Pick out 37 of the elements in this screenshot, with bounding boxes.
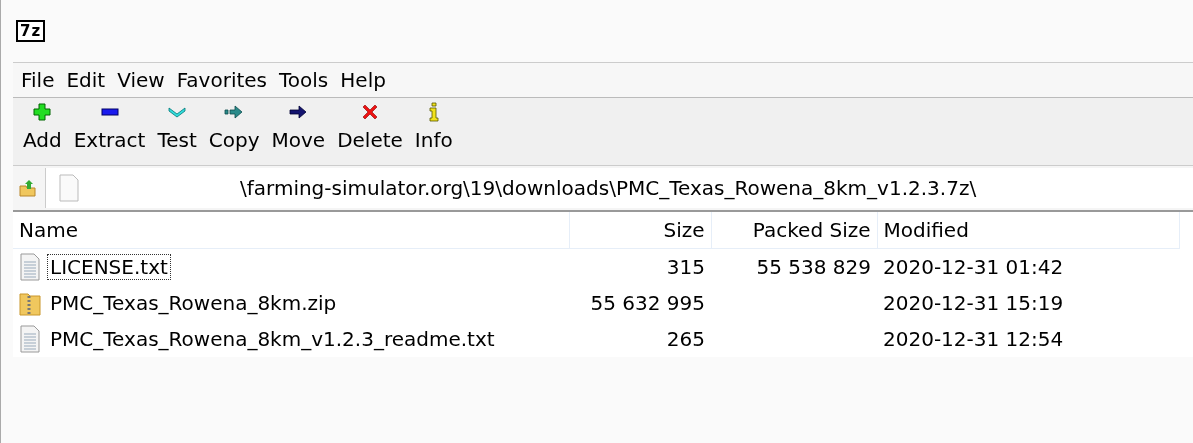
column-header[interactable]: Packed Size (711, 212, 877, 249)
file-size: 55 632 995 (590, 291, 705, 315)
toolbar-button[interactable]: Move (265, 98, 332, 152)
file-size: 265 (666, 327, 705, 351)
modified-date: 2020-12-31 12:54 (883, 327, 1064, 351)
file-name[interactable]: PMC_Texas_Rowena_8km.zip (47, 290, 340, 316)
add-icon (32, 102, 53, 122)
column-header[interactable]: Name (13, 212, 569, 249)
file-name[interactable]: LICENSE.txt (47, 254, 171, 280)
address-field[interactable]: \farming-simulator.org\19\downloads\PMC_Texas_Rowena_8km_v1.2.3.7z\ (45, 168, 1193, 208)
folder-up-icon[interactable] (19, 179, 37, 197)
toolbar-button[interactable]: Extract (67, 98, 152, 152)
menu-item[interactable]: File (15, 65, 61, 95)
toolbar-button[interactable]: Delete (331, 98, 409, 152)
delete-icon (360, 102, 380, 122)
file-size: 315 (666, 255, 705, 279)
column-header[interactable]: Modified (877, 212, 1179, 249)
text-file-icon (19, 253, 41, 281)
modified-date: 2020-12-31 01:42 (883, 255, 1064, 279)
document-icon (58, 174, 80, 202)
toolbar-button[interactable]: Copy (202, 98, 266, 152)
column-header[interactable]: Size (569, 212, 711, 249)
packed-size: 55 538 829 (756, 255, 871, 279)
move-icon (288, 102, 309, 122)
copy-icon (224, 102, 245, 122)
menu-item[interactable]: Edit (60, 65, 112, 95)
file-name[interactable]: PMC_Texas_Rowena_8km_v1.2.3_readme.txt (47, 326, 498, 352)
toolbar-button[interactable]: Info (408, 98, 459, 152)
menu-item[interactable]: View (111, 65, 171, 95)
menu-item[interactable]: Favorites (170, 65, 273, 95)
modified-date: 2020-12-31 15:19 (883, 291, 1064, 315)
menu-item[interactable]: Tools (273, 65, 335, 95)
toolbar-button[interactable]: Test (151, 98, 203, 152)
app-logo: 7z (16, 20, 46, 42)
menu-item[interactable]: Help (334, 65, 392, 95)
text-file-icon (19, 325, 41, 353)
toolbar-button[interactable]: Add (17, 98, 68, 152)
